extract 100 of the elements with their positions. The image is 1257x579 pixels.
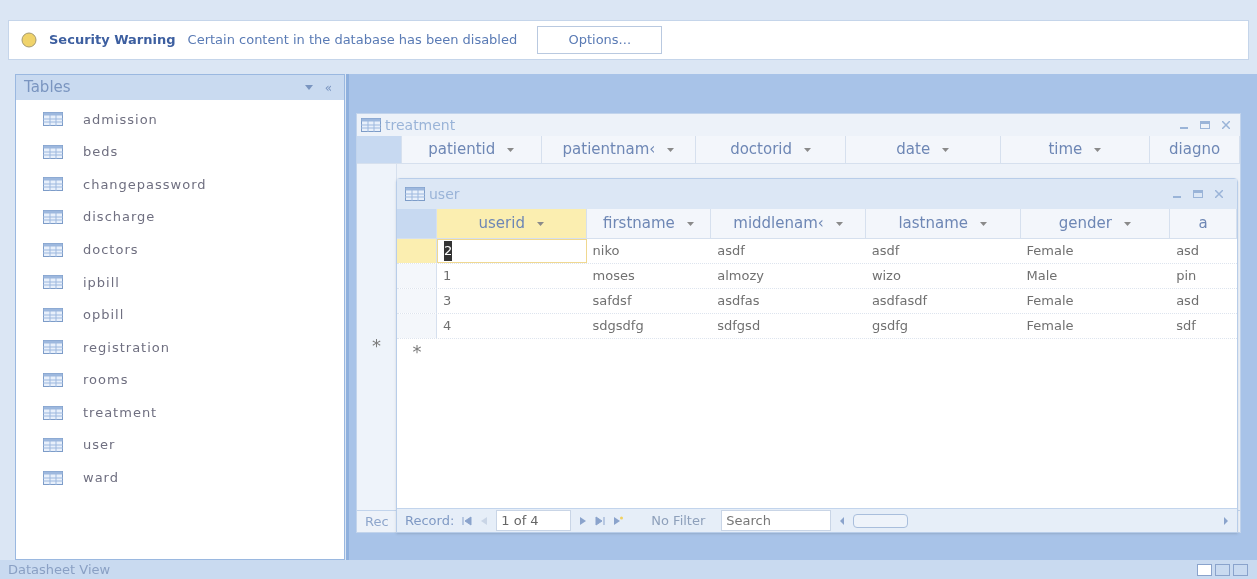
column-header[interactable]: patientid: [401, 136, 542, 163]
window-title: treatment: [385, 115, 457, 135]
new-record-button[interactable]: [613, 515, 624, 526]
table-icon: [43, 242, 63, 257]
table-cell-text: asd: [1175, 242, 1201, 261]
window-title: user: [429, 184, 461, 204]
table-cell-text: asdf: [716, 242, 746, 261]
dropdown-caret-icon: [835, 221, 843, 226]
table-cell-text: pin: [1175, 267, 1198, 286]
table-cell-text: almozy: [716, 267, 765, 286]
table-cell-text: moses: [591, 267, 636, 286]
select-all-corner[interactable]: [357, 136, 402, 163]
search-field[interactable]: Search: [721, 509, 832, 532]
table-icon: [43, 210, 63, 225]
table-cell-text: sdgsdfg: [591, 317, 645, 336]
table-icon: [43, 307, 63, 322]
dropdown-caret-icon: [667, 147, 675, 152]
table-icon: [405, 187, 425, 201]
maximize-button[interactable]: [1193, 190, 1203, 198]
dropdown-caret-icon: [536, 221, 544, 226]
table-cell-text: Female: [1025, 242, 1075, 261]
record-label: Rec: [365, 512, 389, 531]
column-header[interactable]: firstname: [586, 209, 712, 238]
column-header[interactable]: lastname: [865, 209, 1021, 238]
column-header[interactable]: time: [1000, 136, 1151, 163]
table-list-item[interactable]: admission: [16, 103, 344, 136]
column-header[interactable]: middlenam‹: [711, 209, 866, 238]
table-cell-text: asd: [1175, 292, 1201, 311]
security-warning-title: Security Warning: [49, 31, 176, 50]
dropdown-caret-icon: [304, 85, 313, 90]
table-list-item[interactable]: ward: [16, 461, 344, 495]
scrollbar-thumb[interactable]: [853, 513, 909, 528]
table-cell-text: asdfasdf: [870, 292, 929, 311]
table-list-item[interactable]: beds: [16, 135, 344, 169]
last-record-button[interactable]: [595, 515, 606, 526]
table-icon: [43, 144, 63, 159]
table-list-item[interactable]: registration: [16, 331, 344, 364]
record-label: Record:: [405, 511, 455, 530]
table-list-item[interactable]: opbill: [16, 298, 344, 332]
table-icon: [43, 112, 63, 127]
column-header[interactable]: date: [845, 136, 1001, 163]
table-icon: [43, 405, 63, 420]
close-button[interactable]: [1215, 190, 1223, 198]
filter-button[interactable]: No Filter: [643, 510, 714, 531]
collapse-pane-button[interactable]: «: [320, 78, 336, 97]
column-header[interactable]: doctorid: [696, 136, 846, 163]
status-text: Datasheet View: [8, 560, 112, 579]
maximize-button[interactable]: [1200, 121, 1210, 129]
scroll-left-button[interactable]: [839, 515, 846, 526]
column-header[interactable]: patientnam‹: [541, 136, 697, 163]
table-list-item[interactable]: changepassword: [16, 168, 344, 201]
select-all-corner[interactable]: [397, 209, 437, 238]
table-list-item[interactable]: rooms: [16, 363, 344, 397]
column-header[interactable]: a: [1170, 209, 1237, 238]
record-selector[interactable]: [397, 289, 437, 313]
dropdown-caret-icon: [507, 147, 515, 152]
table-cell-text: asdf: [870, 242, 901, 261]
table-list-item[interactable]: user: [16, 428, 344, 462]
record-selector[interactable]: [397, 314, 437, 338]
table-icon: [361, 118, 381, 132]
view-switcher-icon: [1197, 563, 1249, 576]
dropdown-caret-icon: [1123, 221, 1131, 226]
table-cell-text: 3: [441, 292, 453, 311]
table-icon: [43, 470, 63, 485]
new-record-marker: *: [372, 334, 381, 358]
column-header[interactable]: gender: [1020, 209, 1171, 238]
record-position-field[interactable]: 1 of 4: [496, 509, 572, 532]
table-cell-text: Female: [1025, 317, 1075, 336]
table-cell-text: wizo: [870, 267, 902, 286]
pane-title: Tables: [24, 77, 72, 99]
previous-record-button[interactable]: [480, 515, 489, 526]
table-cell-text: sdf: [1175, 317, 1197, 336]
first-record-button[interactable]: [462, 515, 473, 526]
dropdown-caret-icon: [1094, 147, 1102, 152]
options-button[interactable]: Options...: [537, 26, 663, 54]
dropdown-caret-icon: [980, 221, 987, 226]
table-icon: [43, 177, 63, 192]
next-record-button[interactable]: [579, 515, 588, 526]
record-selector[interactable]: [397, 239, 437, 263]
table-list-item[interactable]: discharge: [16, 200, 344, 234]
column-header[interactable]: diagno: [1150, 136, 1240, 163]
security-warning-message: Certain content in the database has been disabled: [187, 31, 518, 50]
table-icon: [43, 275, 63, 290]
column-header[interactable]: userid: [436, 209, 587, 238]
table-cell-text: asdfas: [716, 292, 761, 311]
table-cell-text: Male: [1025, 267, 1059, 286]
record-selector[interactable]: [397, 264, 437, 288]
table-cell-text: niko: [591, 242, 621, 261]
table-list-item[interactable]: doctors: [16, 233, 344, 266]
table-cell-text: safdsf: [591, 292, 633, 311]
table-cell-text: gsdfg: [870, 317, 909, 336]
dropdown-caret-icon: [942, 147, 950, 152]
table-cell-text: 4: [441, 317, 453, 336]
table-list-item[interactable]: ipbill: [16, 265, 344, 299]
table-cell-text: 1: [441, 267, 453, 286]
dropdown-caret-icon: [804, 147, 811, 152]
close-button[interactable]: [1222, 121, 1230, 129]
table-list-item[interactable]: treatment: [16, 396, 344, 429]
table-cell: 2: [436, 239, 587, 263]
scroll-right-button[interactable]: [1223, 515, 1229, 526]
